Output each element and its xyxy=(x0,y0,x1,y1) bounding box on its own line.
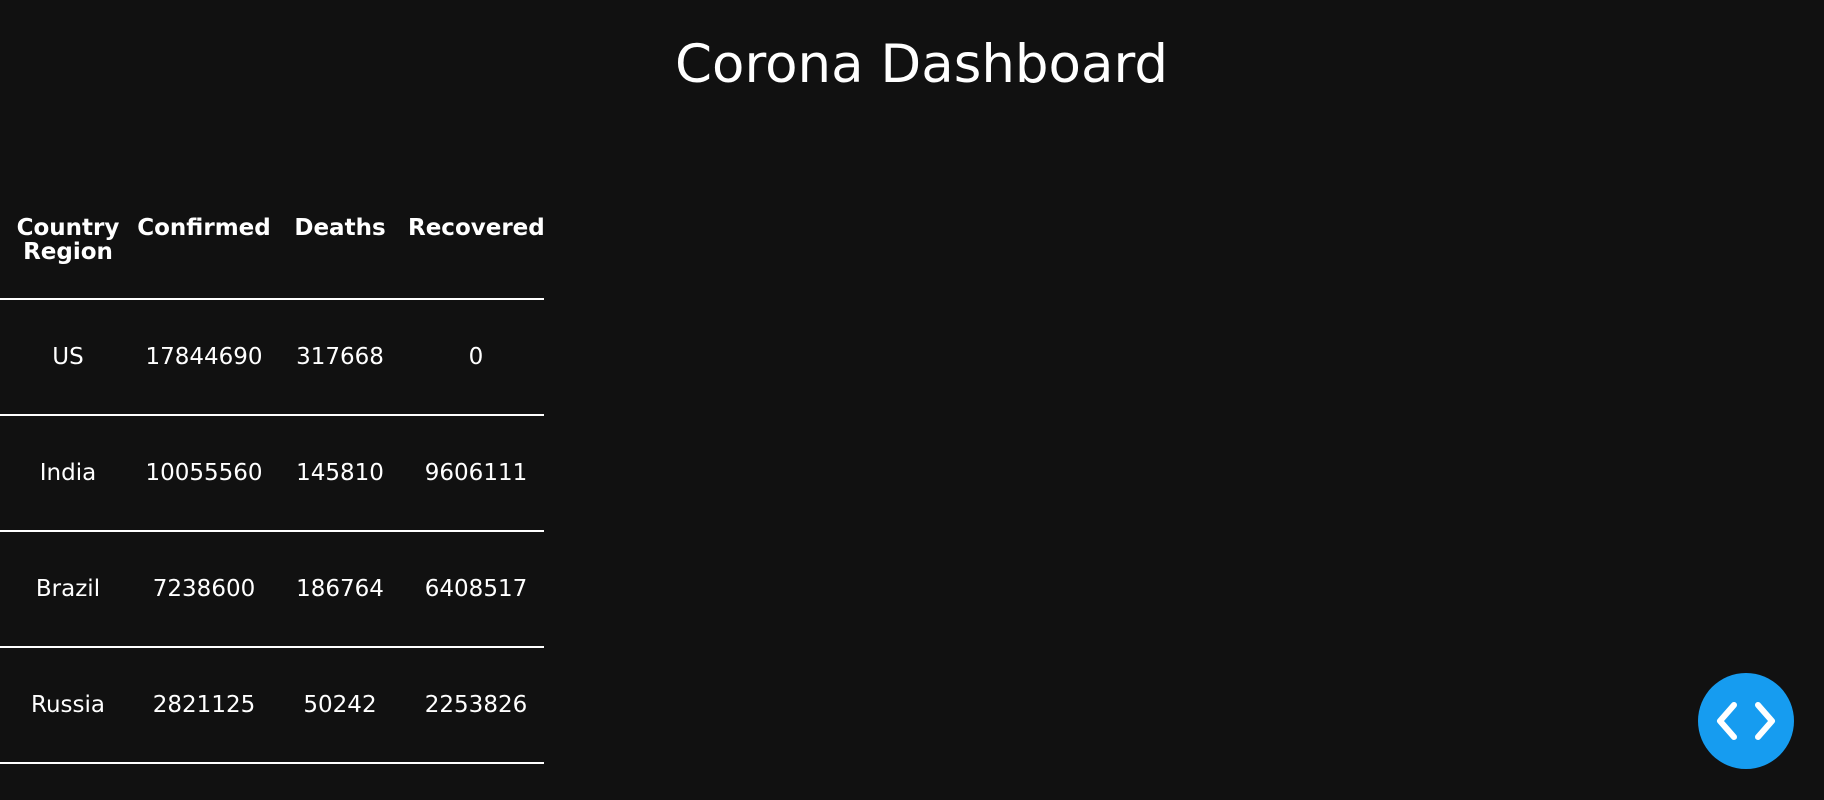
cell-recovered: 2253826 xyxy=(424,692,528,718)
column-header-recovered: Recovered xyxy=(408,215,545,241)
cell-country: US xyxy=(52,344,84,370)
view-source-button[interactable] xyxy=(1698,673,1794,769)
table-row: India 10055560 145810 9606111 xyxy=(0,415,544,531)
cell-deaths: 145810 xyxy=(296,460,384,486)
cell-confirmed: 10055560 xyxy=(145,460,263,486)
cell-confirmed: 7238600 xyxy=(152,576,256,602)
cell-deaths: 50242 xyxy=(303,692,377,718)
page-title: Corona Dashboard xyxy=(675,34,1168,95)
dashboard-page: Corona Dashboard Country Region Confirme… xyxy=(0,0,1824,800)
cell-recovered: 0 xyxy=(468,344,484,370)
table-row: Russia 2821125 50242 2253826 xyxy=(0,647,544,763)
cell-confirmed: 2821125 xyxy=(152,692,256,718)
table-row: Brazil 7238600 186764 6408517 xyxy=(0,531,544,647)
cell-deaths: 317668 xyxy=(296,344,384,370)
cell-country: Russia xyxy=(31,692,105,718)
cell-recovered: 6408517 xyxy=(424,576,528,602)
cell-country: India xyxy=(39,460,97,486)
column-header-country-region: Country Region xyxy=(16,215,120,265)
cell-recovered: 9606111 xyxy=(424,460,528,486)
column-header-confirmed: Confirmed xyxy=(137,215,271,241)
code-icon xyxy=(1717,702,1775,740)
cell-deaths: 186764 xyxy=(296,576,384,602)
table-row: US 17844690 317668 0 xyxy=(0,299,544,415)
cell-country: Brazil xyxy=(35,576,101,602)
cases-table: Country Region Confirmed Deaths Recovere… xyxy=(0,186,545,764)
table-header-row: Country Region Confirmed Deaths Recovere… xyxy=(0,186,545,299)
cell-confirmed: 17844690 xyxy=(145,344,263,370)
cases-table-container: Country Region Confirmed Deaths Recovere… xyxy=(0,186,545,764)
column-header-deaths: Deaths xyxy=(294,215,386,241)
